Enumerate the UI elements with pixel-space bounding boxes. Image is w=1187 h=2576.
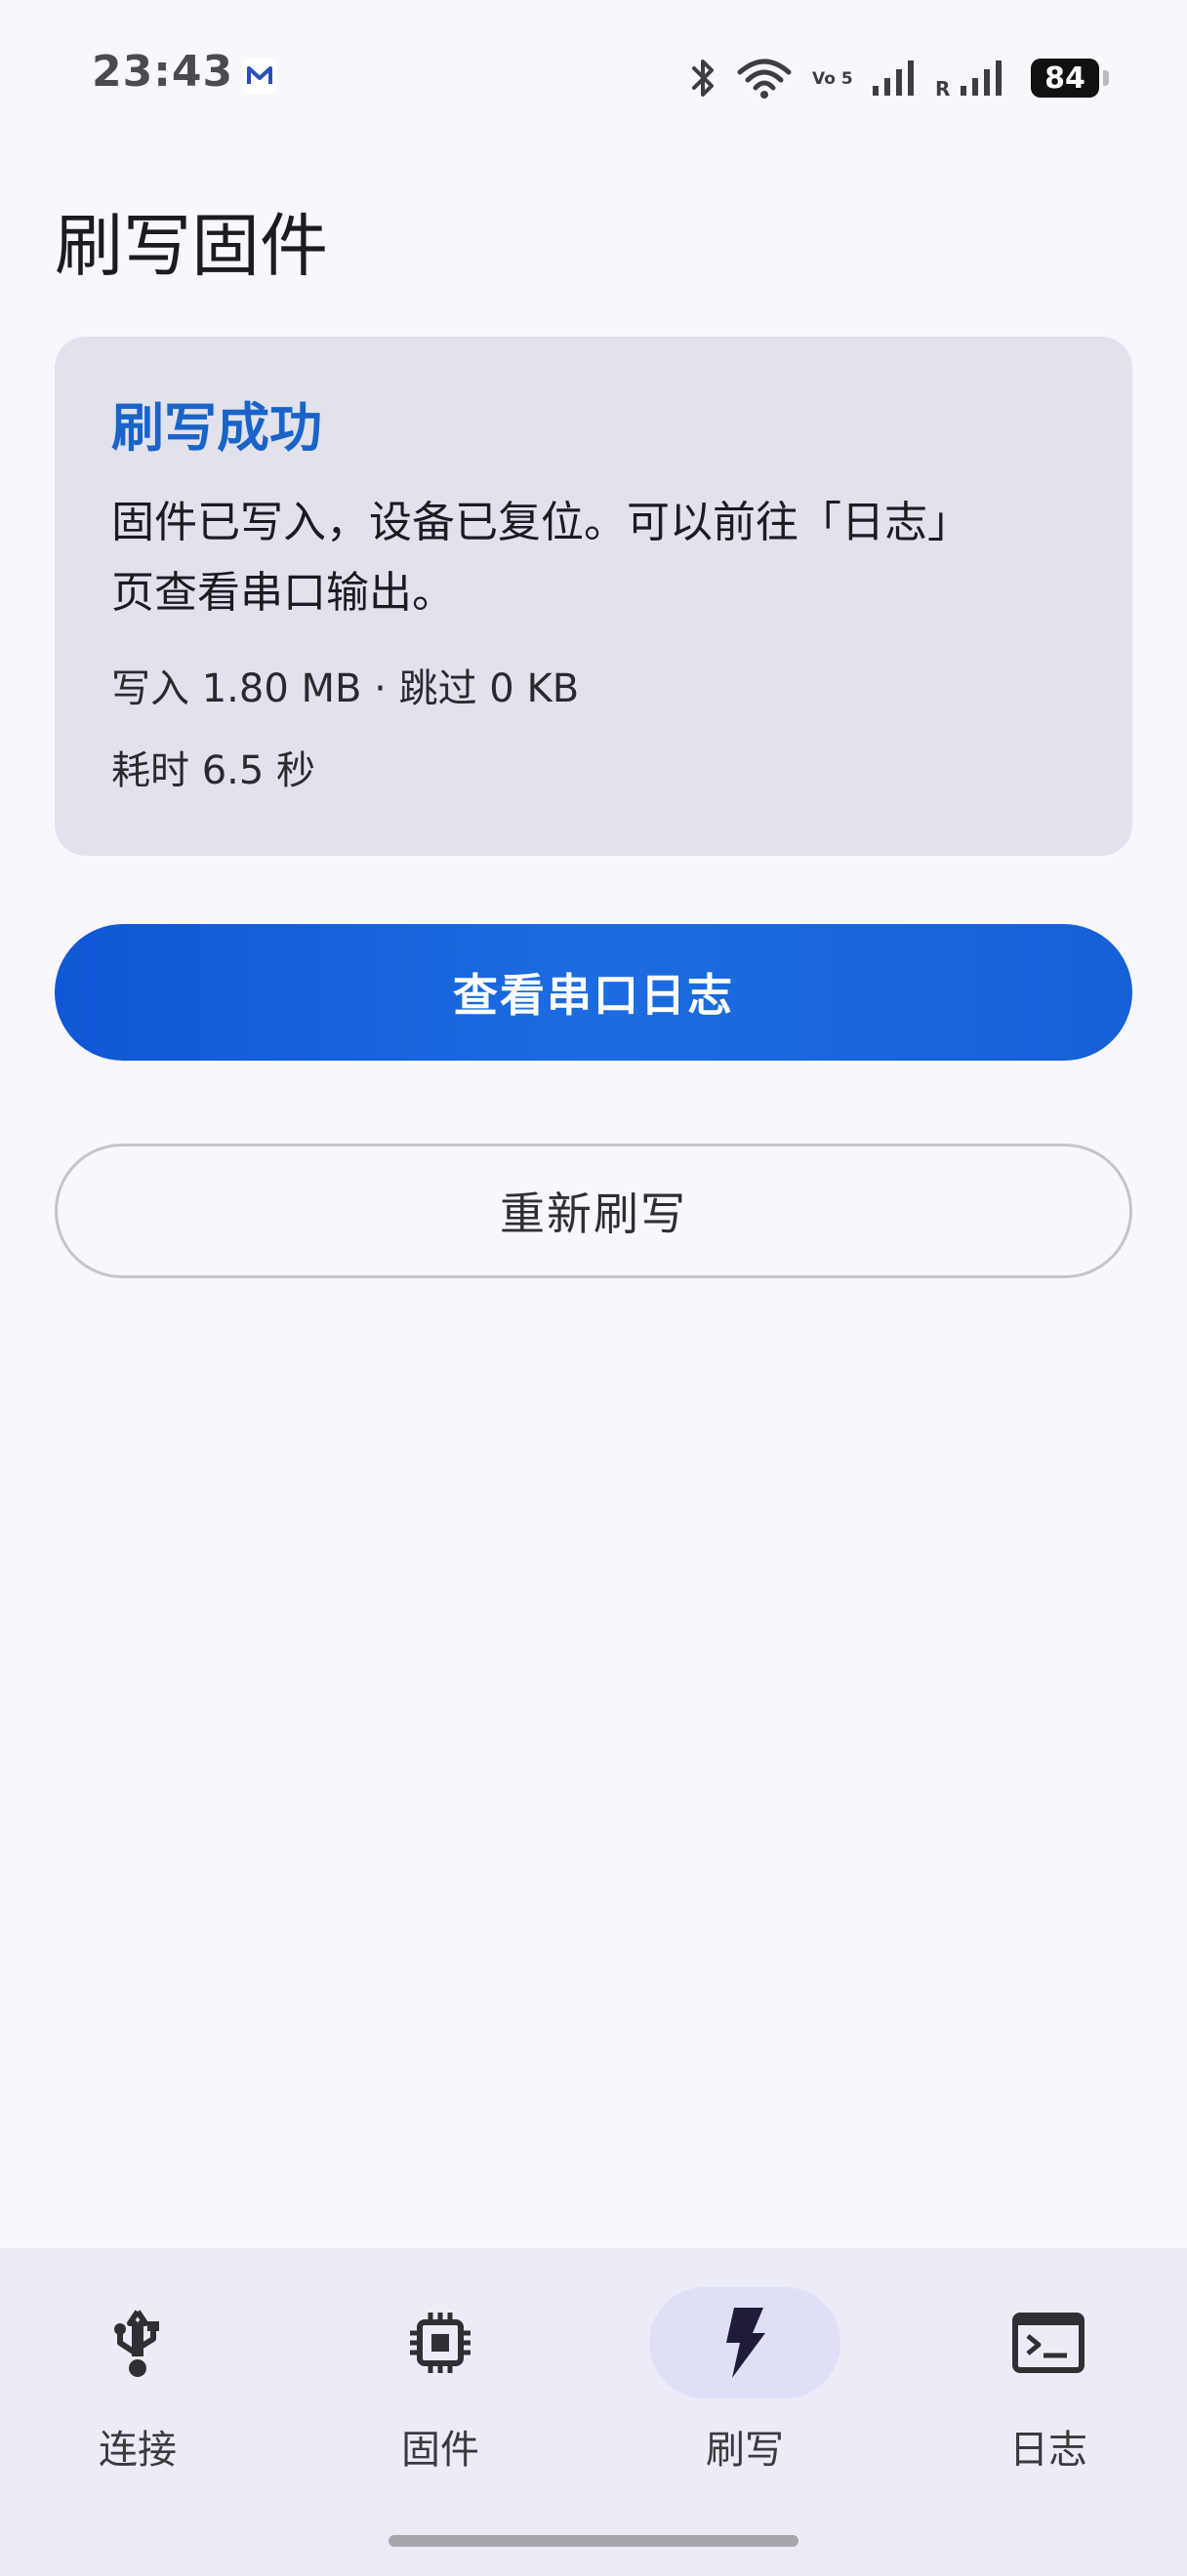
usb-icon: [114, 2310, 159, 2377]
mail-app-icon: [242, 59, 277, 94]
signal-icon-sim1: [873, 60, 914, 96]
status-icons: Vo 5G R 84: [689, 51, 1109, 105]
nav-active-indicator: [649, 2287, 840, 2398]
nav-item-connect[interactable]: 连接: [20, 2287, 255, 2482]
network-type-label: Vo 5G: [812, 69, 853, 89]
bluetooth-icon: [692, 60, 714, 97]
nav-item-flash[interactable]: 刷写: [628, 2287, 862, 2482]
battery-level: 84: [1044, 60, 1085, 96]
nav-label-log: 日志: [1009, 2428, 1087, 2473]
chip-icon: [410, 2313, 471, 2373]
nav-item-firmware[interactable]: 固件: [323, 2287, 557, 2482]
write-stats: 写入 1.80 MB · 跳过 0 KB: [111, 665, 580, 711]
view-serial-log-button[interactable]: 查看串口日志: [55, 924, 1132, 1061]
page-title: 刷写固件: [55, 206, 328, 286]
bottom-navigation: 连接 固件 刷写 日志: [0, 2248, 1187, 2576]
flash-icon: [726, 2308, 765, 2378]
elapsed-time: 耗时 6.5 秒: [111, 747, 316, 793]
network-type-icon: Vo 5G: [812, 69, 853, 89]
status-bar: 23:43 Vo 5G R 84: [0, 0, 1187, 156]
home-indicator[interactable]: [389, 2535, 798, 2547]
status-time: 23:43: [92, 47, 234, 97]
nav-item-log[interactable]: 日志: [931, 2287, 1166, 2482]
nav-label-flash: 刷写: [706, 2428, 784, 2473]
result-title: 刷写成功: [111, 397, 322, 459]
wifi-icon: [737, 59, 792, 99]
reflash-button[interactable]: 重新刷写: [55, 1144, 1132, 1278]
result-message: 固件已写入，设备已复位。可以前往「日志」页查看串口输出。: [111, 497, 970, 618]
terminal-icon: [1012, 2313, 1085, 2373]
nav-label-firmware: 固件: [401, 2428, 479, 2473]
flash-result-card: 刷写成功 固件已写入，设备已复位。可以前往「日志」页查看串口输出。 写入 1.8…: [55, 337, 1132, 856]
roaming-label: R: [935, 77, 950, 100]
battery-icon: 84: [1031, 59, 1109, 98]
signal-icon-sim2-roaming: R: [935, 60, 1002, 100]
nav-label-connect: 连接: [99, 2428, 177, 2473]
